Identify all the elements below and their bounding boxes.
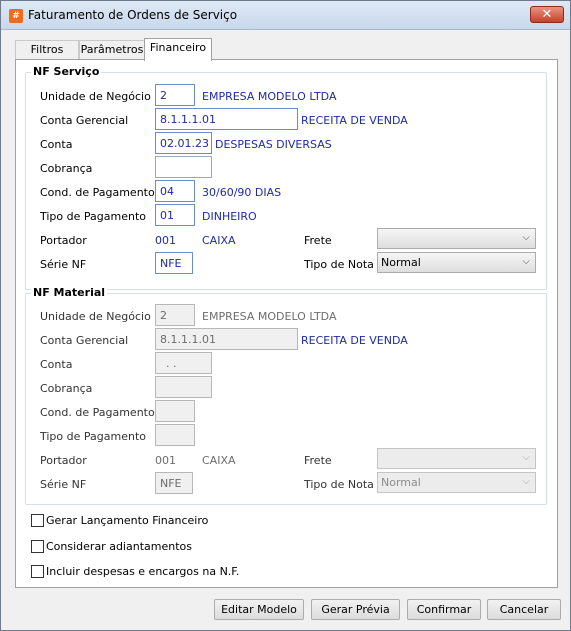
nf-servico-title: NF Serviço: [31, 65, 102, 78]
nfs-portador-code: 001: [155, 234, 176, 247]
nfm-cobranca-label: Cobrança: [40, 382, 93, 395]
nfs-serie-label: Série NF: [40, 258, 87, 271]
nfs-unidade-input[interactable]: 2: [155, 84, 195, 106]
nfm-serie-label: Série NF: [40, 478, 87, 491]
chevron-down-icon: ⌵: [522, 256, 530, 267]
nfm-cobranca-input[interactable]: [155, 376, 212, 398]
nfm-conta-ger-input[interactable]: 8.1.1.1.01: [155, 328, 298, 350]
nfs-conta-input[interactable]: 02.01.23: [155, 132, 212, 154]
financeiro-panel: NF Serviço Unidade de Negócio 2 EMPRESA …: [15, 59, 558, 588]
nfs-frete-label: Frete: [304, 234, 332, 247]
nfs-frete-select[interactable]: ⌵: [377, 228, 536, 249]
nfs-cobranca-label: Cobrança: [40, 162, 93, 175]
considerar-adiantamentos-label: Considerar adiantamentos: [46, 540, 192, 553]
nfs-cond-name: 30/60/90 DIAS: [202, 186, 282, 199]
nfm-conta-label: Conta: [40, 358, 73, 371]
nfs-tipo-nota-select[interactable]: Normal ⌵: [377, 252, 536, 273]
nfs-tipo-name: DINHEIRO: [202, 210, 257, 223]
nfs-tipo-input[interactable]: 01: [155, 204, 195, 226]
nfm-cond-label: Cond. de Pagamento: [40, 406, 155, 419]
nfm-conta-input[interactable]: . .: [155, 352, 212, 374]
nfs-conta-ger-label: Conta Gerencial: [40, 114, 129, 127]
nfs-conta-label: Conta: [40, 138, 73, 151]
window-title: Faturamento de Ordens de Serviço: [28, 8, 238, 22]
nfm-portador-label: Portador: [40, 454, 87, 467]
nfs-cobranca-input[interactable]: [155, 156, 212, 178]
nfm-conta-ger-label: Conta Gerencial: [40, 334, 129, 347]
confirmar-button[interactable]: Confirmar: [407, 599, 481, 620]
nfm-tipo-nota-value: Normal: [381, 476, 421, 489]
nfs-portador-label: Portador: [40, 234, 87, 247]
nfs-unidade-label: Unidade de Negócio: [40, 90, 151, 103]
nfs-tipo-nota-label: Tipo de Nota: [304, 258, 374, 271]
tab-financeiro[interactable]: Financeiro: [144, 38, 212, 61]
nfs-cond-input[interactable]: 04: [155, 180, 195, 202]
gerar-lancamento-checkbox[interactable]: [31, 514, 44, 527]
nfm-unidade-input[interactable]: 2: [155, 304, 195, 326]
nfm-tipo-input[interactable]: [155, 424, 195, 446]
close-button[interactable]: ✕: [530, 6, 564, 23]
nfm-frete-label: Frete: [304, 454, 332, 467]
nfs-tipo-nota-value: Normal: [381, 256, 421, 269]
cancelar-button[interactable]: Cancelar: [487, 599, 561, 620]
faturamento-window: # Faturamento de Ordens de Serviço ✕ Fil…: [0, 0, 571, 631]
gerar-lancamento-label: Gerar Lançamento Financeiro: [46, 514, 209, 527]
nfs-portador-name: CAIXA: [202, 234, 236, 247]
considerar-adiantamentos-checkbox[interactable]: [31, 540, 44, 553]
nfs-conta-name: DESPESAS DIVERSAS: [215, 138, 332, 151]
nfm-unidade-label: Unidade de Negócio: [40, 310, 151, 323]
nfm-tipo-nota-label: Tipo de Nota: [304, 478, 374, 491]
nfm-cond-input[interactable]: [155, 400, 195, 422]
nfm-unidade-name: EMPRESA MODELO LTDA: [202, 310, 337, 323]
nfs-serie-input[interactable]: NFE: [155, 252, 193, 274]
tab-parametros[interactable]: Parâmetros: [79, 40, 145, 60]
nfm-tipo-nota-select[interactable]: Normal ⌵: [377, 472, 536, 493]
tab-filtros[interactable]: Filtros: [15, 40, 79, 60]
nfm-portador-code: 001: [155, 454, 176, 467]
nfs-conta-ger-name: RECEITA DE VENDA: [301, 114, 408, 127]
nfm-serie-input[interactable]: NFE: [155, 472, 193, 494]
chevron-down-icon: ⌵: [522, 452, 530, 463]
nfm-portador-name: CAIXA: [202, 454, 236, 467]
incluir-despesas-checkbox[interactable]: [31, 565, 44, 578]
chevron-down-icon: ⌵: [522, 232, 530, 243]
chevron-down-icon: ⌵: [522, 476, 530, 487]
nfm-conta-ger-name: RECEITA DE VENDA: [301, 334, 408, 347]
title-bar: # Faturamento de Ordens de Serviço ✕: [1, 1, 570, 30]
nfs-conta-ger-input[interactable]: 8.1.1.1.01: [155, 108, 298, 130]
nfm-tipo-label: Tipo de Pagamento: [40, 430, 146, 443]
app-icon: #: [9, 9, 23, 23]
gerar-previa-button[interactable]: Gerar Prévia: [311, 599, 400, 620]
editar-modelo-button[interactable]: Editar Modelo: [214, 599, 304, 620]
nfm-frete-select[interactable]: ⌵: [377, 448, 536, 469]
nfs-tipo-label: Tipo de Pagamento: [40, 210, 146, 223]
nfs-unidade-name: EMPRESA MODELO LTDA: [202, 90, 337, 103]
nfs-cond-label: Cond. de Pagamento: [40, 186, 155, 199]
incluir-despesas-label: Incluir despesas e encargos na N.F.: [46, 565, 240, 578]
nf-material-title: NF Material: [31, 286, 108, 299]
